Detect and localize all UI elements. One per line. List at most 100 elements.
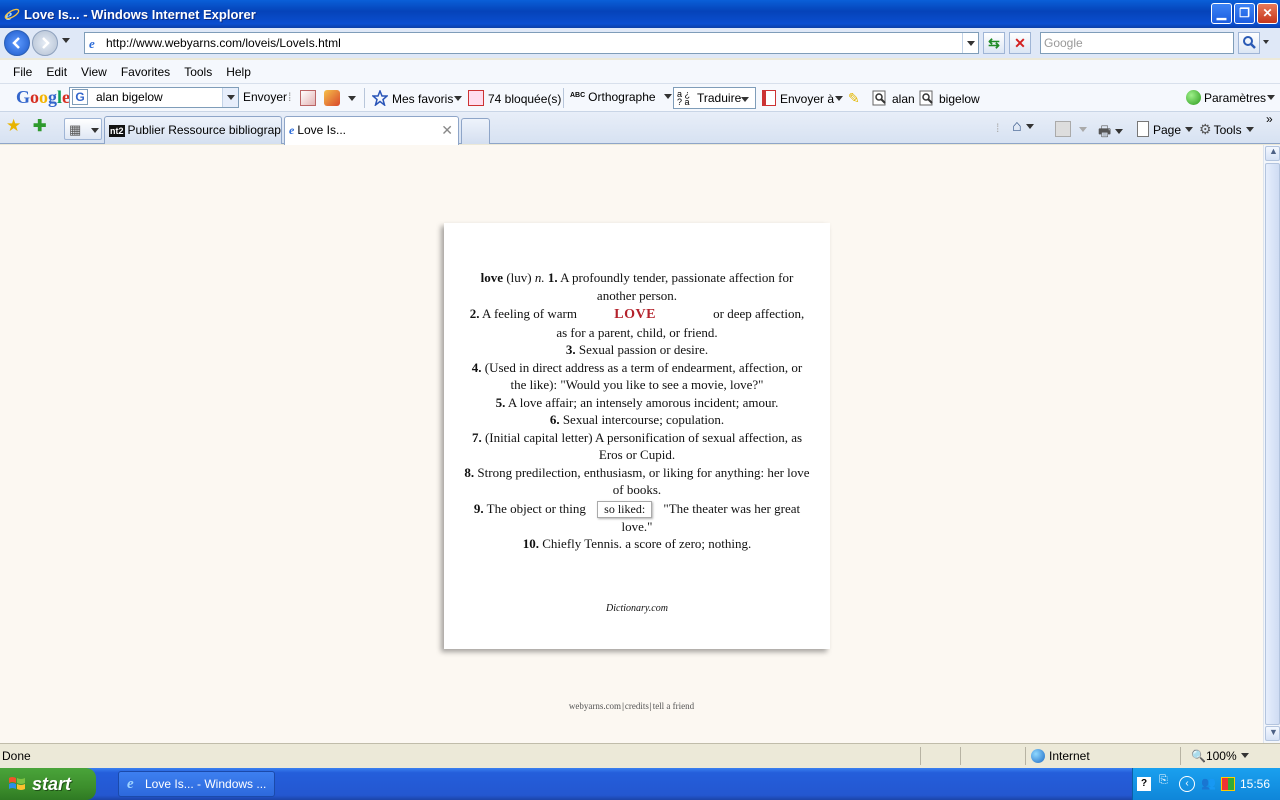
restore-button[interactable]: ❐: [1234, 3, 1255, 24]
spellcheck-label: Orthographe: [588, 90, 656, 104]
scroll-thumb[interactable]: [1265, 163, 1280, 725]
menu-view[interactable]: View: [74, 65, 114, 79]
tab-label: Love Is...: [297, 123, 347, 137]
menu-favorites[interactable]: Favorites: [114, 65, 177, 79]
close-tab-icon[interactable]: ✕: [441, 122, 453, 139]
magnifier-icon: [1243, 36, 1256, 49]
search-button[interactable]: [1238, 32, 1260, 54]
highlighter-icon: ✎: [848, 90, 860, 106]
security-zone[interactable]: Internet: [1031, 749, 1090, 763]
footer-link-tell-a-friend[interactable]: tell a friend: [653, 701, 694, 711]
title-bar[interactable]: e Love Is... - Windows Internet Explorer…: [0, 0, 1280, 28]
settings-button[interactable]: Paramètres: [1186, 90, 1276, 105]
tab-love-is[interactable]: e Love Is... ✕: [284, 116, 459, 145]
network-tray-icon[interactable]: ⎘: [1159, 774, 1168, 787]
stop-button[interactable]: ✕: [1009, 32, 1031, 54]
tab-label: Publier Ressource bibliograph...: [127, 123, 282, 137]
menu-edit[interactable]: Edit: [39, 65, 74, 79]
expand-tray-icon[interactable]: ‹: [1179, 776, 1195, 792]
search-options-icon[interactable]: [1263, 40, 1269, 44]
minimize-button[interactable]: ▁: [1211, 3, 1232, 24]
address-bar[interactable]: e http://www.webyarns.com/loveis/LoveIs.…: [84, 32, 979, 54]
tab-row: ★ ✚ ▦ nt2 Publier Ressource bibliograph..…: [0, 112, 1280, 145]
security-tray-icon[interactable]: [1221, 777, 1235, 791]
back-button[interactable]: [4, 30, 30, 56]
page-menu-button[interactable]: Page: [1137, 121, 1194, 137]
google-logo[interactable]: Google: [16, 87, 70, 108]
dropdown-icon: [1185, 127, 1194, 132]
search-term-bigelow[interactable]: bigelow: [919, 90, 980, 106]
forward-arrow-icon: [42, 37, 50, 49]
nt2-logo-icon: nt2: [109, 125, 125, 137]
definition-2: 2. A feeling of warm LOVE or deep affect…: [464, 305, 810, 341]
search-input[interactable]: Google: [1040, 32, 1234, 54]
favorites-button[interactable]: Mes favoris: [372, 90, 463, 106]
add-favorite-icon[interactable]: ✚: [33, 116, 46, 136]
popup-blocker-button[interactable]: 74 bloquée(s): [468, 90, 561, 106]
definition-7: 7. (Initial capital letter) A personific…: [464, 429, 810, 464]
spellcheck-button[interactable]: ABC Orthographe: [570, 90, 672, 104]
love-word-overlay[interactable]: LOVE: [614, 307, 656, 322]
so-liked-chip[interactable]: so liked:: [597, 500, 653, 518]
new-tab-button[interactable]: [461, 118, 490, 144]
definition-text: A love affair; an intensely amorous inci…: [507, 394, 779, 410]
definition-number: 5.: [495, 394, 506, 410]
toolbar-separator: [364, 88, 365, 108]
translate-icon: a ¿? a: [677, 89, 691, 107]
google-search-dropdown-icon[interactable]: [222, 88, 238, 107]
zoom-control[interactable]: 🔍100%: [1191, 749, 1249, 763]
close-icon: ✕: [1262, 6, 1273, 20]
taskbar-item-ie[interactable]: e Love Is... - Windows ...: [118, 771, 275, 797]
quick-tabs-button[interactable]: ▦: [64, 118, 102, 140]
menu-tools[interactable]: Tools: [177, 65, 219, 79]
source-credit: Dictionary.com: [606, 603, 668, 614]
close-window-button[interactable]: ✕: [1257, 3, 1278, 24]
users-tray-icon[interactable]: 👥: [1201, 776, 1216, 790]
home-button[interactable]: ⌂: [1012, 118, 1034, 136]
help-tray-icon[interactable]: ?: [1137, 777, 1151, 791]
address-url: http://www.webyarns.com/loveis/LoveIs.ht…: [106, 36, 341, 50]
menu-bar: File Edit View Favorites Tools Help: [0, 60, 1280, 84]
translate-button[interactable]: a ¿? a Traduire: [673, 87, 756, 109]
headword: love: [480, 270, 504, 285]
window-title: Love Is... - Windows Internet Explorer: [24, 6, 256, 22]
status-divider: [920, 747, 921, 765]
feeds-button[interactable]: [1055, 121, 1087, 137]
quick-tabs-icon: ▦: [69, 122, 82, 137]
status-divider: [1025, 747, 1026, 765]
ie-taskbar-icon: e: [127, 776, 134, 792]
dropdown-icon: [835, 96, 844, 101]
definition-4: 4. (Used in direct address as a term of …: [464, 359, 810, 394]
favorites-center-icon[interactable]: ★: [6, 116, 21, 136]
tab-publier[interactable]: nt2 Publier Ressource bibliograph...: [104, 116, 282, 144]
tools-menu-button[interactable]: ⚙ Tools: [1199, 121, 1254, 138]
toolbar-news-button[interactable]: [300, 90, 320, 106]
page-icon: [1137, 121, 1149, 137]
vertical-scrollbar[interactable]: ▲ ▼: [1263, 145, 1280, 743]
toolbar-popup-button[interactable]: [324, 90, 356, 106]
highlight-button[interactable]: ✎: [848, 90, 860, 107]
refresh-button[interactable]: ⇆: [983, 32, 1005, 54]
definition-number: 6.: [549, 412, 560, 427]
menu-help[interactable]: Help: [219, 65, 258, 79]
start-button[interactable]: start: [0, 768, 96, 800]
google-search-combo[interactable]: G alan bigelow: [69, 87, 239, 108]
tab-list-dropdown-icon[interactable]: [91, 128, 99, 133]
google-send-button[interactable]: Envoyer: [243, 90, 287, 104]
history-dropdown-icon[interactable]: [62, 38, 70, 43]
definitions-list: love (luv) n. 1. A profoundly tender, pa…: [464, 269, 810, 553]
send-to-button[interactable]: Envoyer à: [762, 90, 844, 106]
definition-number: 3.: [565, 342, 576, 357]
menu-file[interactable]: File: [6, 65, 39, 79]
more-chevron-icon[interactable]: »: [1266, 112, 1273, 126]
forward-button[interactable]: [32, 30, 58, 56]
print-button[interactable]: 🖶: [1098, 121, 1124, 145]
scroll-up-button[interactable]: ▲: [1265, 146, 1280, 161]
footer-link-webyarns[interactable]: webyarns.com: [569, 701, 621, 711]
search-term-alan[interactable]: alan: [872, 90, 915, 106]
footer-link-credits[interactable]: credits: [625, 701, 649, 711]
definition-text: Chiefly Tennis. a score of zero; nothing…: [542, 536, 752, 551]
send-to-label: Envoyer à: [780, 92, 835, 106]
scroll-down-button[interactable]: ▼: [1265, 726, 1280, 741]
address-dropdown-icon[interactable]: [962, 33, 978, 53]
